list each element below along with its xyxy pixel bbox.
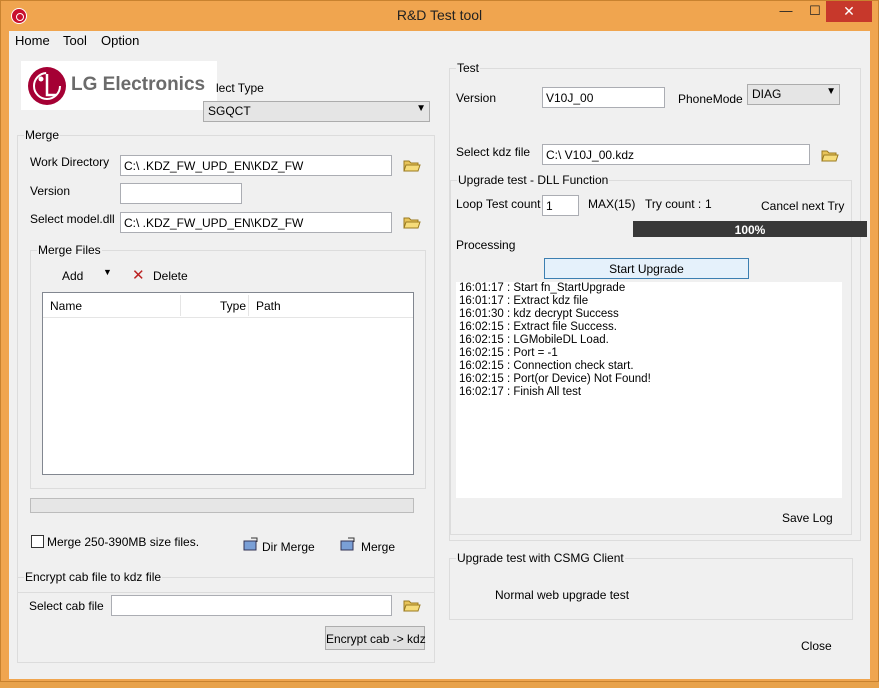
upgrade-progress-text: 100% <box>734 223 766 237</box>
log-line: 16:01:17 : Start fn_StartUpgrade <box>459 282 626 294</box>
log-line: 16:02:17 : Finish All test <box>459 386 582 398</box>
open-folder-icon[interactable] <box>821 148 839 162</box>
merge-size-checkbox[interactable] <box>31 535 44 548</box>
close-button[interactable]: Close <box>801 639 832 653</box>
csmg-group-label: Upgrade test with CSMG Client <box>456 551 625 565</box>
try-count-label: Try count : <box>645 197 702 211</box>
phonemode-combo[interactable]: DIAG ▼ <box>747 84 840 105</box>
loop-count-label: Loop Test count <box>456 197 541 211</box>
loop-count-field[interactable]: 1 <box>542 195 579 216</box>
select-cab-label: Select cab file <box>29 599 104 613</box>
phonemode-value: DIAG <box>752 87 782 101</box>
menu-tool[interactable]: Tool <box>63 33 87 48</box>
add-button[interactable]: Add <box>62 269 83 283</box>
merge-files-list[interactable]: Name Type Path <box>42 292 414 475</box>
test-group-label: Test <box>456 61 481 75</box>
select-model-field[interactable]: C:\ .KDZ_FW_UPD_EN\KDZ_FW <box>120 212 392 233</box>
dir-merge-button[interactable]: Dir Merge <box>262 540 315 554</box>
menu-bar: Home Tool Option <box>9 31 870 50</box>
test-version-label: Version <box>456 91 497 105</box>
maximize-button[interactable]: ☐ <box>801 1 829 23</box>
log-line: 16:02:15 : Port = -1 <box>459 347 558 359</box>
chevron-down-icon[interactable]: ▼ <box>826 86 836 97</box>
lg-logo: LG Electronics <box>21 61 217 110</box>
dir-merge-icon[interactable] <box>243 537 259 551</box>
log-line: 16:02:15 : Port(or Device) Not Found! <box>459 373 651 385</box>
start-upgrade-button[interactable]: Start Upgrade <box>544 258 749 279</box>
chevron-down-icon[interactable]: ▼ <box>416 103 426 114</box>
delete-button[interactable]: Delete <box>153 269 188 283</box>
minimize-button[interactable]: — <box>772 1 800 23</box>
max-label: MAX(15) <box>588 197 636 211</box>
upgrade-test-label: Upgrade test - DLL Function <box>457 173 610 187</box>
select-kdz-field[interactable]: C:\ V10J_00.kdz <box>542 144 810 165</box>
merge-size-checkbox-label: Merge 250-390MB size files. <box>47 535 200 549</box>
save-log-button[interactable]: Save Log <box>782 511 833 525</box>
window-title: R&D Test tool <box>396 7 483 23</box>
log-lines: 16:01:17 : Start fn_StartUpgrade 16:01:17… <box>459 282 839 399</box>
log-line: 16:02:15 : Connection check start. <box>459 360 634 372</box>
merge-button[interactable]: Merge <box>361 540 395 554</box>
test-version-field[interactable]: V10J_00 <box>542 87 665 108</box>
select-cab-field[interactable] <box>111 595 392 616</box>
processing-label: Processing <box>456 238 516 252</box>
column-divider <box>248 295 249 316</box>
merge-progress-bar <box>30 498 414 513</box>
normal-web-upgrade-button[interactable]: Normal web upgrade test <box>495 588 629 602</box>
open-folder-icon[interactable] <box>403 215 421 229</box>
title-bar[interactable]: R&D Test tool — ☐ ✕ <box>1 1 878 31</box>
delete-x-icon[interactable]: ✕ <box>132 266 145 284</box>
encrypt-group: Encrypt cab file to kdz file <box>17 570 435 663</box>
work-directory-label: Work Directory <box>30 155 110 169</box>
merge-files-label: Merge Files <box>37 243 102 257</box>
select-kdz-label: Select kdz file <box>456 145 531 159</box>
log-textbox[interactable]: 16:01:17 : Start fn_StartUpgrade 16:01:17… <box>456 282 842 498</box>
work-directory-field[interactable]: C:\ .KDZ_FW_UPD_EN\KDZ_FW <box>120 155 392 176</box>
add-dropdown-icon[interactable]: ▼ <box>103 267 112 277</box>
upgrade-progress-bar: 100% <box>633 221 867 237</box>
select-type-combo[interactable]: SGQCT ▼ <box>203 101 430 122</box>
log-line: 16:01:30 : kdz decrypt Success <box>459 308 619 320</box>
try-count-value: 1 <box>705 197 712 211</box>
log-line: 16:01:17 : Extract kdz file <box>459 295 589 307</box>
log-line: 16:02:15 : Extract file Success. <box>459 321 617 333</box>
select-type-value: SGQCT <box>208 104 251 118</box>
select-model-label: Select model.dll <box>30 212 115 226</box>
menu-home[interactable]: Home <box>15 33 50 48</box>
version-label: Version <box>30 184 71 198</box>
encrypt-cab-button[interactable]: Encrypt cab -> kdz <box>325 626 426 650</box>
encrypt-group-label: Encrypt cab file to kdz file <box>24 570 163 584</box>
list-header: Name Type Path <box>43 293 413 318</box>
select-type-label: lect Type <box>216 81 264 95</box>
column-name[interactable]: Name <box>50 299 82 313</box>
phonemode-label: PhoneMode <box>678 92 743 106</box>
lg-logo-text: LG Electronics <box>71 74 206 95</box>
menu-option[interactable]: Option <box>101 33 139 48</box>
main-window: R&D Test tool — ☐ ✕ Home Tool Option LG … <box>0 0 879 682</box>
open-folder-icon[interactable] <box>403 158 421 172</box>
column-divider <box>180 295 181 316</box>
merge-group-label: Merge <box>24 128 61 142</box>
log-line: 16:02:15 : LGMobileDL Load. <box>459 334 609 346</box>
cancel-next-try-button[interactable]: Cancel next Try <box>761 199 844 213</box>
merge-icon[interactable] <box>340 537 356 551</box>
column-path[interactable]: Path <box>256 299 281 313</box>
merge-version-field[interactable] <box>120 183 242 204</box>
open-folder-icon[interactable] <box>403 598 421 612</box>
client-area: Home Tool Option LG Electronics lect Typ… <box>9 31 870 679</box>
close-window-button[interactable]: ✕ <box>826 1 872 22</box>
column-type[interactable]: Type <box>220 299 246 313</box>
